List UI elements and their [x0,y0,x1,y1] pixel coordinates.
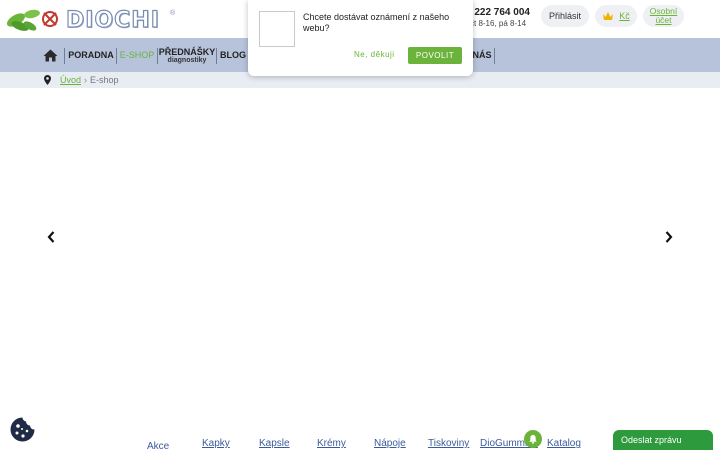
category-link-akce[interactable]: Akce [147,441,169,450]
nav-item-sublabel: diagnostiky [167,56,207,64]
home-icon [43,49,57,61]
logo[interactable]: DIOCHI ® [4,4,176,36]
notification-permission-popup: Chcete dostávat oznámení z našeho webu? … [248,0,473,76]
nav-separator [64,48,65,64]
chevron-left-icon [47,231,55,243]
notification-bell-button[interactable] [524,430,542,448]
chevron-right-icon [665,231,673,243]
nav-item-label: BLOG [220,50,246,60]
logo-registered-mark: ® [170,10,176,17]
map-pin-icon [44,75,51,85]
category-link-kapsle[interactable]: Kapsle [259,438,290,449]
breadcrumb-home-link[interactable]: Úvod [60,75,81,85]
category-link-kapky[interactable]: Kapky [202,438,230,449]
cookie-settings-button[interactable] [9,416,36,443]
crown-cart-icon [603,12,614,20]
account-button[interactable]: Osobní účet [643,5,684,27]
decline-notifications-button[interactable]: Ne, děkuji [354,50,395,59]
phone-number[interactable]: 0 222 764 004 [466,7,530,18]
breadcrumb-separator: › [84,75,88,85]
nav-home[interactable] [42,38,58,72]
nav-item-label: PŘEDNÁŠKY [158,46,216,57]
cookie-icon [10,417,35,442]
cart-button[interactable]: Kč [595,5,637,27]
chat-widget-button[interactable]: Odeslat zprávu [613,430,713,450]
nav-item-o-nas[interactable]: NÁS [472,38,492,72]
carousel-prev-button[interactable] [44,229,58,245]
opening-hours: čt 8-16, pá 8-14 [470,19,527,28]
nav-item-label: PORADNA [68,50,114,60]
nav-item-poradna[interactable]: PORADNA [68,38,114,72]
logo-text: DIOCHI [65,7,160,33]
nav-separator [216,48,217,64]
popup-image-placeholder [259,11,295,47]
nav-item-label: E-SHOP [119,50,155,60]
page: DIOCHI ® 0 222 764 004 čt 8-16, pá 8-14 … [0,0,720,450]
nav-separator [116,48,117,64]
nav-item-blog[interactable]: BLOG [220,38,246,72]
breadcrumb-current: E-shop [90,75,119,85]
category-link-kremy[interactable]: Krémy [317,438,346,449]
account-label-line2: účet [655,15,672,25]
nav-item-prednasky[interactable]: PŘEDNÁŠKY diagnostiky [158,38,216,72]
leaf-logo-icon [6,9,58,31]
login-button[interactable]: Přihlásit [541,5,589,27]
cart-currency: Kč [619,11,630,21]
category-link-katalog[interactable]: Katalog [547,438,581,449]
category-link-napoje[interactable]: Nápoje [374,438,406,449]
allow-notifications-button[interactable]: POVOLIT [408,47,462,64]
nav-item-eshop[interactable]: E-SHOP [119,38,155,72]
popup-message: Chcete dostávat oznámení z našeho webu? [303,12,450,33]
bell-icon [529,435,537,444]
carousel-next-button[interactable] [662,229,676,245]
nav-item-label: NÁS [472,50,492,60]
category-link-tiskoviny[interactable]: Tiskoviny [428,438,469,449]
nav-separator [494,48,495,64]
chat-label: Odeslat zprávu [621,435,682,445]
